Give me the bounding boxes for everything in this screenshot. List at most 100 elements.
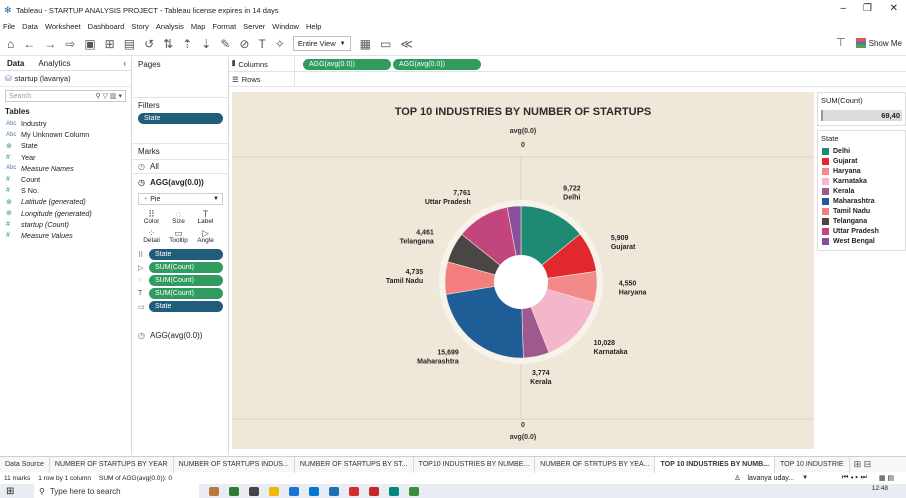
filter-pill-state[interactable]: State — [138, 113, 223, 124]
device-icon[interactable]: ▭ — [380, 37, 391, 51]
mark-button-color[interactable]: ⠿ Color — [138, 210, 165, 226]
menu-worksheet[interactable]: Worksheet — [45, 22, 81, 31]
sheet-nav-icons[interactable]: ⏮ ◂ ▸ ⏭ — [842, 474, 867, 482]
sort-asc-icon[interactable]: ⇡ — [182, 37, 192, 51]
viz-view[interactable]: 9,722 Delhi 5,909 Gujarat 4,550 Haryana 10,028… — [232, 92, 814, 449]
marks-agg-row-2[interactable]: ◷ AGG(avg(0.0)) — [133, 328, 228, 342]
swap-icon[interactable]: ⇅ — [163, 37, 173, 51]
taskbar-app-icon[interactable] — [369, 486, 379, 496]
field-item[interactable]: Abc Industry — [0, 118, 131, 129]
tab-data[interactable]: Data — [0, 59, 31, 68]
search-tools-icons[interactable]: ⚲ ▽ ▥ ▾ — [96, 92, 122, 100]
field-search-input[interactable]: Search ⚲ ▽ ▥ ▾ — [5, 90, 126, 102]
field-item[interactable]: ⊕ Latitude (generated) — [0, 196, 131, 207]
size-legend[interactable]: SUM(Count) 69,40 — [817, 92, 906, 126]
menu-window[interactable]: Window — [272, 22, 299, 31]
pin-icon[interactable]: ✧ — [275, 37, 285, 51]
columns-shelf[interactable]: ⦀ Columns AGG(avg(0.0)) AGG(avg(0.0)) — [229, 56, 906, 72]
undo-icon[interactable]: ↺ — [144, 37, 154, 51]
taskbar-app-icon[interactable] — [269, 486, 279, 496]
field-item[interactable]: # startup (Count) — [0, 219, 131, 230]
column-pill-2[interactable]: AGG(avg(0.0)) — [393, 58, 481, 70]
menu-server[interactable]: Server — [243, 22, 265, 31]
column-pill-1[interactable]: AGG(avg(0.0)) — [303, 58, 391, 70]
minimize-button[interactable]: – — [840, 3, 846, 14]
field-item[interactable]: Abc My Unknown Column — [0, 129, 131, 140]
legend-item[interactable]: Kerala — [818, 186, 905, 196]
mark-type-select[interactable]: ◔ Pie ▼ — [138, 193, 223, 205]
share-icon[interactable]: ≪ — [400, 37, 413, 51]
new-sheet-icon[interactable]: ▤ — [124, 37, 135, 51]
taskbar-app-icon[interactable] — [289, 486, 299, 496]
mark-button-size[interactable]: ◌ Size — [165, 210, 192, 226]
data-source-icon[interactable]: ⇨ — [65, 37, 75, 51]
grid-view-icons[interactable]: ▦ ▤ — [879, 474, 894, 482]
highlight-icon[interactable]: ✎ — [220, 37, 230, 51]
menu-format[interactable]: Format — [212, 22, 236, 31]
mark-button-tooltip[interactable]: ▭ Tooltip — [165, 229, 192, 245]
marks-agg-row[interactable]: ◷ AGG(avg(0.0)) — [133, 173, 228, 190]
mark-button-label[interactable]: T Label — [192, 210, 219, 226]
sheet-tab[interactable]: TOP10 INDUSTRIES BY NUMBE... — [414, 456, 536, 473]
field-item[interactable]: Abc Measure Names — [0, 163, 131, 174]
group-icon[interactable]: ⊘ — [239, 37, 249, 51]
field-item[interactable]: # Measure Values — [0, 230, 131, 241]
taskbar-app-icon[interactable] — [229, 486, 239, 496]
close-button[interactable]: ✕ — [890, 3, 898, 14]
new-datasource-icon[interactable]: ⊞ — [105, 37, 115, 51]
home-icon[interactable]: ⌂ — [7, 37, 14, 51]
sheet-tab[interactable]: NUMBER OF STRTUPS BY YEA... — [535, 456, 656, 473]
menu-map[interactable]: Map — [191, 22, 206, 31]
menu-story[interactable]: Story — [131, 22, 149, 31]
marks-all-row[interactable]: ◷ All — [133, 159, 228, 173]
color-legend[interactable]: State Delhi Gujarat Haryana Karnataka Kerala… — [817, 130, 906, 251]
taskbar-app-icon[interactable] — [309, 486, 319, 496]
encoding-pill[interactable]: SUM(Count) — [149, 288, 223, 299]
taskbar-app-icon[interactable] — [389, 486, 399, 496]
collapse-icon[interactable]: ‹ — [123, 59, 126, 68]
legend-item[interactable]: Karnataka — [818, 176, 905, 186]
encoding-pill[interactable]: State — [149, 249, 223, 260]
encoding-pill[interactable]: State — [149, 301, 223, 312]
label-icon[interactable]: T — [258, 37, 265, 51]
presentation-icon[interactable]: ▦ — [360, 37, 371, 51]
datasource-item[interactable]: ⛁ startup (lavanya) — [0, 71, 131, 87]
pages-card[interactable]: Pages — [133, 57, 228, 97]
filter-panel-icon[interactable]: ⊤ — [836, 36, 846, 50]
sort-desc-icon[interactable]: ⇣ — [201, 37, 211, 51]
field-item[interactable]: # S No. — [0, 185, 131, 196]
taskbar-search-input[interactable]: ⚲ Type here to search — [34, 484, 199, 498]
taskbar-app-icon[interactable] — [349, 486, 359, 496]
legend-item[interactable]: Haryana — [818, 166, 905, 176]
menu-help[interactable]: Help — [306, 22, 321, 31]
menu-file[interactable]: File — [3, 22, 15, 31]
save-icon[interactable]: ▣ — [84, 37, 95, 51]
sheet-tab[interactable]: NUMBER OF STARTUPS INDUS... — [174, 456, 295, 473]
legend-item[interactable]: Gujarat — [818, 156, 905, 166]
legend-item[interactable]: Maharashtra — [818, 196, 905, 206]
sheet-tab[interactable]: NUMBER OF STARTUPS BY ST... — [295, 456, 414, 473]
encoding-pill[interactable]: SUM(Count) — [149, 275, 223, 286]
menu-analysis[interactable]: Analysis — [156, 22, 184, 31]
field-item[interactable]: # Year — [0, 152, 131, 163]
field-item[interactable]: ⊕ State — [0, 140, 131, 151]
mark-button-angle[interactable]: ▷ Angle — [192, 229, 219, 245]
legend-item[interactable]: West Bengal — [818, 236, 905, 246]
menu-data[interactable]: Data — [22, 22, 38, 31]
field-item[interactable]: ⊕ Longitude (generated) — [0, 208, 131, 219]
taskbar-app-icon[interactable] — [249, 486, 259, 496]
legend-item[interactable]: Delhi — [818, 146, 905, 156]
rows-shelf[interactable]: ☰ Rows — [229, 71, 906, 87]
legend-item[interactable]: Uttar Pradesh — [818, 226, 905, 236]
sheet-tab[interactable]: TOP 10 INDUSTRIES BY NUMB... — [655, 456, 776, 473]
legend-item[interactable]: Telangana — [818, 216, 905, 226]
show-me-button[interactable]: ⊤ Show Me — [827, 36, 902, 50]
encoding-pill[interactable]: SUM(Count) — [149, 262, 223, 273]
fit-dropdown[interactable]: Entire View ▼ — [292, 36, 351, 51]
mark-button-detail[interactable]: ⁘ Detail — [138, 229, 165, 245]
taskbar-app-icon[interactable] — [209, 486, 219, 496]
windows-start-icon[interactable]: ⊞ — [6, 486, 18, 497]
field-item[interactable]: # Count — [0, 174, 131, 185]
status-user[interactable]: lavanya uday... — [748, 475, 795, 482]
sheet-tab[interactable]: TOP 10 INDUSTRIE — [775, 456, 850, 473]
